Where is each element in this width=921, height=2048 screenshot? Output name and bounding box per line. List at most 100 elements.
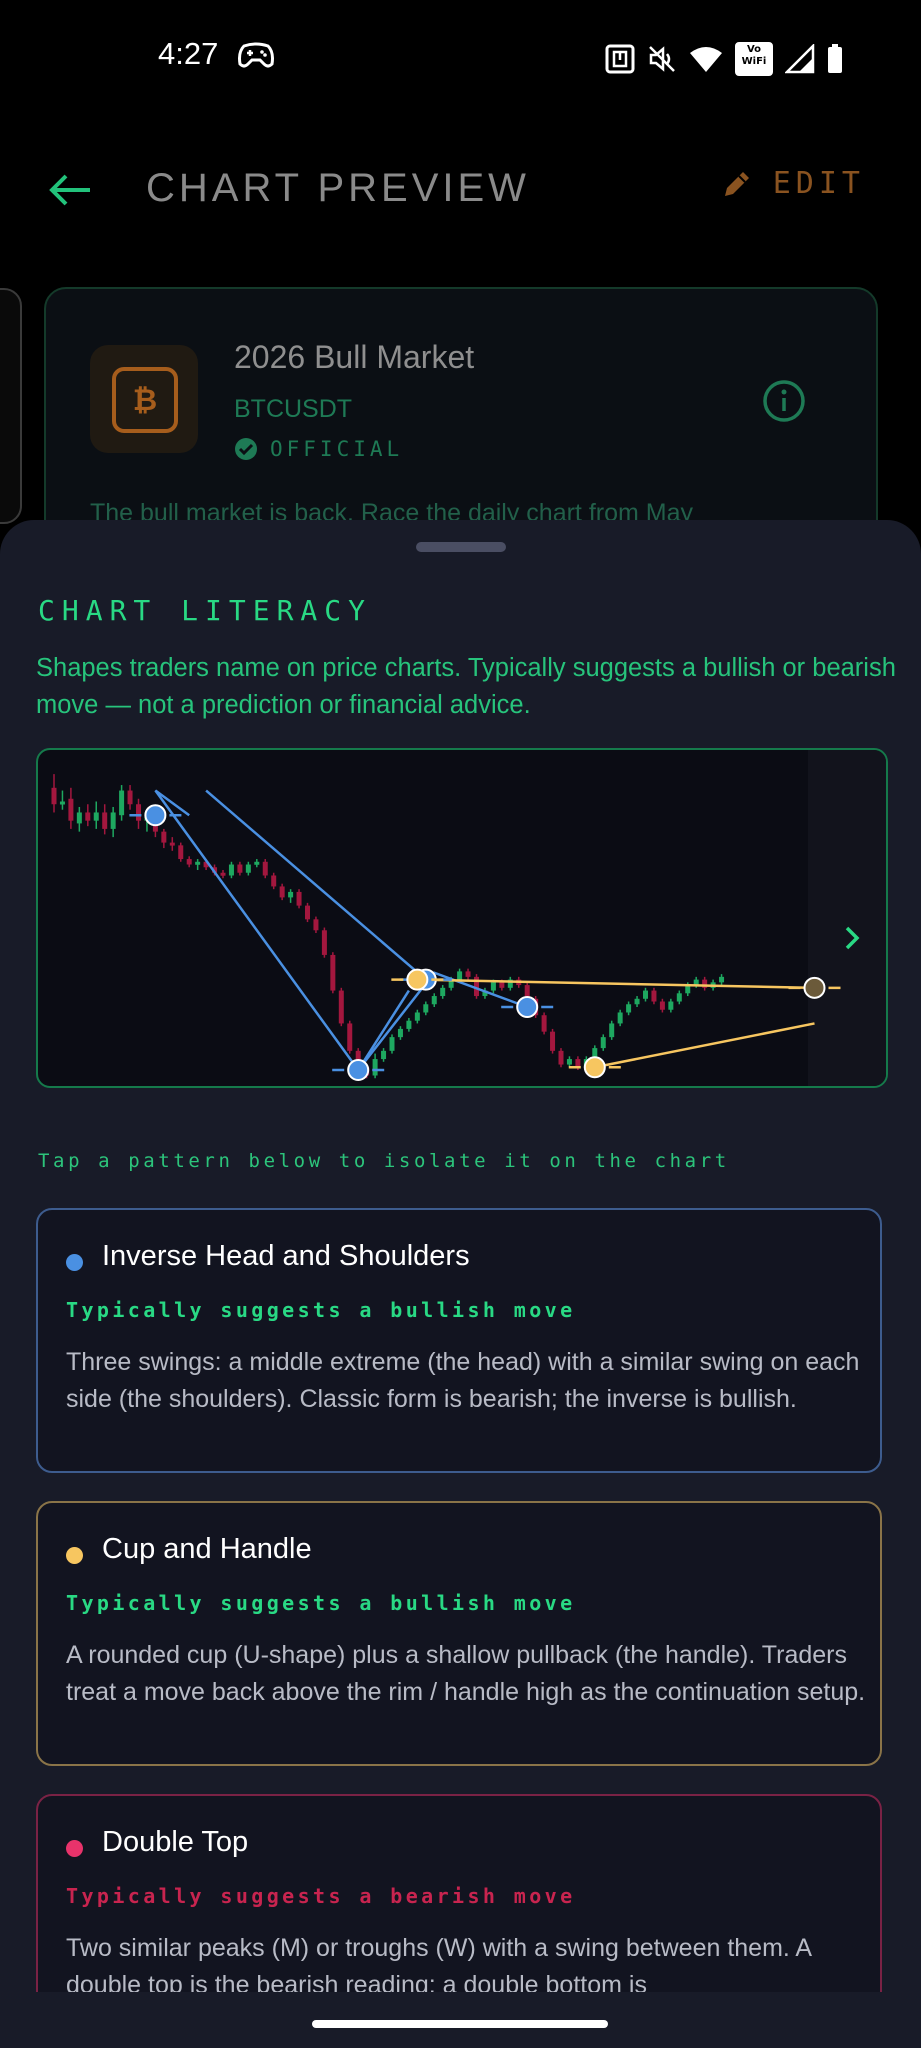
nfc-icon (605, 44, 635, 74)
candle (457, 971, 463, 980)
pencil-icon (724, 171, 749, 196)
cup-pivot-marker (803, 976, 826, 999)
signal-icon (785, 44, 815, 74)
market-symbol: BTCUSDT (234, 395, 353, 423)
candle (651, 990, 657, 1002)
pattern-card-inverse-head-and-shoulders[interactable]: Inverse Head and Shoulders Typically sug… (36, 1208, 882, 1473)
candle (347, 1023, 353, 1051)
pattern-bias: Typically suggests a bullish move (66, 1591, 576, 1615)
candle (127, 790, 133, 805)
candle (279, 886, 285, 898)
pattern-bias: Typically suggests a bearish move (66, 1884, 576, 1908)
pattern-name: Cup and Handle (102, 1533, 312, 1565)
official-badge: OFFICIAL (234, 437, 403, 461)
page-title: CHART PREVIEW (146, 166, 530, 210)
pattern-description: A rounded cup (U-shape) plus a shallow p… (66, 1641, 866, 1706)
candle (178, 845, 184, 860)
chart-scroll-panel (808, 750, 886, 1086)
gamepad-icon (238, 42, 274, 68)
candle (195, 861, 201, 865)
candle (119, 790, 125, 816)
pattern-bias: Typically suggests a bullish move (66, 1298, 576, 1322)
market-title: 2026 Bull Market (234, 339, 475, 375)
candle (262, 861, 268, 876)
candle (288, 891, 294, 898)
candle (676, 993, 682, 1002)
candle (254, 861, 260, 865)
battery-icon (828, 44, 842, 73)
app-header: CHART PREVIEW EDIT (0, 150, 921, 230)
cup-pivot-marker (406, 968, 429, 991)
gesture-nav-bar[interactable] (312, 2020, 608, 2028)
candle (499, 982, 505, 988)
candle (414, 1012, 420, 1021)
candle (321, 930, 327, 955)
ihs-pivot-marker (516, 996, 539, 1018)
chart-hint: Tap a pattern below to isolate it on the… (38, 1150, 730, 1172)
candle (85, 812, 91, 821)
ihs-pivot-marker (347, 1059, 370, 1082)
sheet-drag-handle[interactable] (416, 542, 506, 552)
candle (389, 1037, 395, 1051)
candle (558, 1050, 564, 1065)
previous-card-peek[interactable] (0, 288, 22, 524)
candle (313, 919, 319, 931)
status-time: 4:27 (158, 36, 219, 71)
candle (668, 1001, 674, 1010)
candle (102, 812, 108, 829)
candle (626, 1004, 632, 1013)
back-arrow-icon[interactable] (46, 170, 96, 210)
pattern-name: Inverse Head and Shoulders (102, 1240, 470, 1272)
official-label: OFFICIAL (270, 437, 404, 461)
wifi-icon (690, 47, 722, 72)
pattern-color-dot (66, 1840, 83, 1857)
candle (490, 982, 496, 991)
candle (220, 872, 226, 876)
candle (719, 976, 725, 983)
cup-base-line (594, 1022, 815, 1069)
candle (431, 996, 437, 1005)
candle (440, 987, 446, 997)
edit-button[interactable]: EDIT (721, 166, 865, 201)
pattern-name: Double Top (102, 1826, 249, 1858)
candle (372, 1059, 378, 1076)
pattern-description: Three swings: a middle extreme (the head… (66, 1348, 860, 1413)
chart-svg (51, 750, 886, 1086)
ihs-neckline (205, 789, 427, 981)
candle (550, 1031, 556, 1051)
candle (237, 864, 243, 873)
ihs-pivot-marker (144, 804, 167, 827)
pattern-chart[interactable] (36, 748, 888, 1088)
candle (51, 787, 57, 805)
candle (305, 905, 310, 920)
candle (59, 801, 65, 805)
edit-label: EDIT (772, 166, 865, 201)
candle (465, 971, 471, 977)
candle (381, 1050, 387, 1060)
candle (110, 812, 116, 829)
candle (406, 1020, 412, 1029)
candle (169, 842, 175, 846)
ihs-pattern-line (154, 789, 528, 1073)
pattern-card-cup-and-handle[interactable]: Cup and Handle Typically suggests a bull… (36, 1501, 882, 1766)
candle (186, 859, 192, 865)
info-icon[interactable] (762, 379, 806, 423)
candle (643, 990, 648, 999)
mute-icon (649, 46, 675, 72)
candle (271, 875, 277, 887)
cup-pivot-marker (583, 1056, 606, 1079)
candle (76, 812, 82, 824)
wifi-calling-badge: Vo WiFi (735, 42, 773, 76)
candle (161, 831, 167, 843)
coin-logo: ₿ (90, 345, 198, 453)
candle (397, 1028, 403, 1038)
sheet-title: CHART LITERACY (38, 594, 373, 627)
candle (541, 1015, 547, 1032)
candle (617, 1012, 623, 1024)
candle (609, 1023, 615, 1038)
candle (634, 998, 640, 1005)
chart-literacy-sheet: CHART LITERACY Shapes traders name on pr… (0, 520, 921, 2048)
candle (136, 804, 141, 821)
candle (659, 1001, 665, 1010)
candle (338, 990, 344, 1024)
